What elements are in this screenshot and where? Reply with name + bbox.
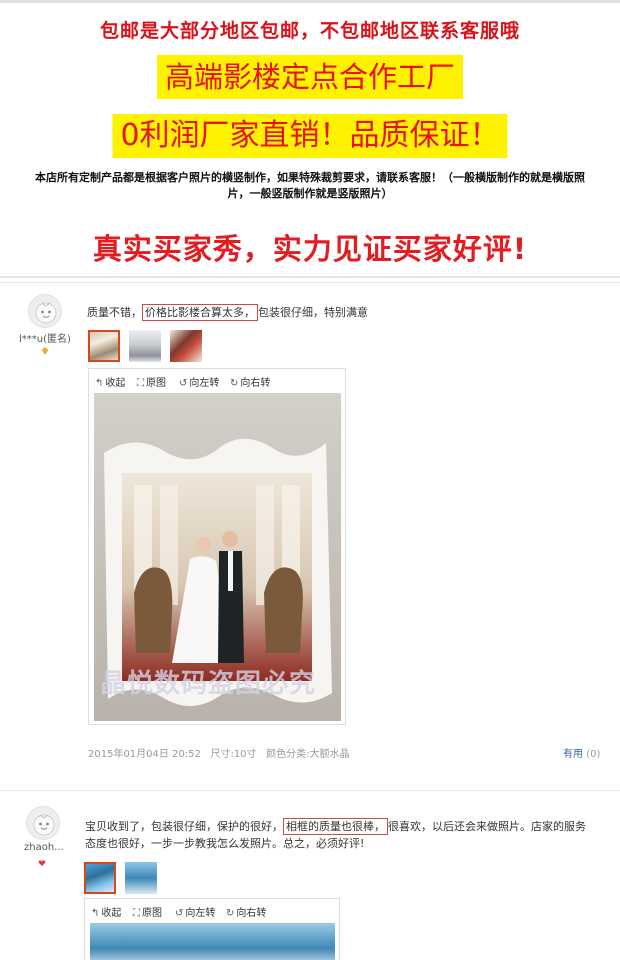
comment-highlight: 价格比影楼合算太多， — [142, 304, 258, 321]
image-toolbar: ↰ 收起 ⛶ 原图 ↺ 向左转 ↻ 向右转 — [85, 899, 339, 921]
rotate-right-button[interactable]: ↻ 向右转 — [230, 374, 270, 389]
review-divider — [0, 282, 620, 283]
original-image-button[interactable]: ⛶ 原图 — [137, 374, 166, 389]
review-color: 颜色分类:大额水晶 — [266, 749, 350, 760]
collapse-button[interactable]: ↰ 收起 — [95, 374, 125, 389]
watermark: 晶悦数码盗图必究 — [100, 669, 317, 699]
username[interactable]: zhaoh... — [24, 842, 64, 853]
comment-text: 宝贝收到了，包装很仔细，保护的很好， — [85, 820, 283, 833]
avatar[interactable] — [28, 294, 62, 328]
buyer-show-headline: 真实买家秀，实力见证买家好评! — [92, 232, 528, 266]
banner-direct-sale: 0利润厂家直销！品质保证！ — [112, 114, 508, 158]
top-divider — [0, 0, 620, 3]
review-size: 尺寸:10寸 — [210, 749, 257, 760]
banner-studio-factory: 高端影楼定点合作工厂 — [156, 55, 464, 99]
review-thumbnail[interactable] — [170, 330, 202, 362]
thumbnail-image — [170, 330, 202, 362]
review-meta: 2015年01月04日 20:52 尺寸:10寸 颜色分类:大额水晶 — [88, 745, 349, 760]
collapse-button[interactable]: ↰ 收起 — [91, 904, 121, 919]
expand-icon: ⛶ — [137, 378, 144, 389]
useful-count: (0) — [586, 749, 601, 760]
custom-notice-line-1: 本店所有定制产品都是根据客户照片的横竖制作，如果特殊裁剪要求，请联系客服！（一般… — [35, 171, 585, 184]
comment-text-tail: 包装很仔细，特别满意 — [258, 306, 368, 319]
review-thumbnail[interactable] — [125, 862, 157, 894]
default-avatar-icon — [35, 302, 57, 324]
rotate-left-button[interactable]: ↺ 向左转 — [175, 904, 215, 919]
review-thumbnail[interactable] — [129, 330, 161, 362]
shipping-notice: 包邮是大部分地区包邮，不包邮地区联系客服哦 — [99, 20, 520, 42]
rotate-left-button[interactable]: ↺ 向左转 — [179, 374, 219, 389]
image-toolbar: ↰ 收起 ⛶ 原图 ↺ 向左转 ↻ 向右转 — [89, 369, 345, 391]
original-image-button[interactable]: ⛶ 原图 — [133, 904, 162, 919]
review-divider — [0, 790, 620, 791]
thumbnail-image — [90, 332, 118, 360]
custom-notice-line-2: 片，一般竖版制作就是竖版照片） — [227, 187, 393, 200]
image-viewer: ↰ 收起 ⛶ 原图 ↺ 向左转 ↻ 向右转 — [84, 898, 340, 960]
useful-label: 有用 — [563, 749, 583, 760]
username[interactable]: l***u(匿名) — [19, 330, 71, 345]
review-thumbnail[interactable] — [84, 862, 116, 894]
review-photo: 晶悦数码盗图必究 — [94, 393, 341, 721]
member-level-icon — [41, 347, 49, 355]
thumbnail-image — [129, 330, 161, 362]
useful-button[interactable]: 有用 (0) — [563, 745, 600, 760]
member-heart-icon — [38, 860, 46, 866]
rotate-left-icon: ↺ — [175, 908, 184, 919]
review-thumbnail[interactable] — [88, 330, 120, 362]
rotate-right-icon: ↻ — [226, 908, 235, 919]
collapse-icon: ↰ — [95, 378, 104, 389]
image-viewer: ↰ 收起 ⛶ 原图 ↺ 向左转 ↻ 向右转 — [88, 368, 346, 725]
review-date: 2015年01月04日 20:52 — [88, 749, 201, 760]
review-item: zhaoh... 宝贝收到了，包装很仔细，保护的很好， 相框的质量也很棒， 很喜欢，… — [0, 790, 620, 960]
comment-text-tail: 很喜欢，以后还会来做照片。店家的服务 — [388, 820, 586, 833]
comment-highlight: 相框的质量也很棒， — [283, 818, 388, 835]
rotate-right-icon: ↻ — [230, 378, 239, 389]
review-item: l***u(匿名) 质量不错， 价格比影楼合算太多， 包装很仔细，特别满意 ↰ 收起 … — [0, 282, 620, 780]
expand-icon: ⛶ — [133, 908, 140, 919]
section-divider — [0, 276, 620, 278]
default-avatar-icon — [33, 814, 55, 836]
custom-notice: 本店所有定制产品都是根据客户照片的横竖制作，如果特殊裁剪要求，请联系客服！（一般… — [0, 170, 620, 202]
review-photo — [90, 923, 335, 960]
comment-text: 质量不错， — [87, 306, 142, 319]
avatar[interactable] — [26, 806, 60, 840]
thumbnail-image — [86, 864, 114, 892]
collapse-icon: ↰ — [91, 908, 100, 919]
review-comment: 质量不错， 价格比影楼合算太多， 包装很仔细，特别满意 — [87, 304, 368, 321]
review-comment: 宝贝收到了，包装很仔细，保护的很好， 相框的质量也很棒， 很喜欢，以后还会来做照片。… — [85, 818, 605, 852]
comment-line-1: 宝贝收到了，包装很仔细，保护的很好， 相框的质量也很棒， 很喜欢，以后还会来做照片。… — [85, 818, 605, 835]
rotate-left-icon: ↺ — [179, 378, 188, 389]
rotate-right-button[interactable]: ↻ 向右转 — [226, 904, 266, 919]
thumbnail-image — [125, 862, 157, 894]
comment-line-2: 态度也很好，一步一步教我怎么发照片。总之，必须好评! — [85, 837, 365, 850]
